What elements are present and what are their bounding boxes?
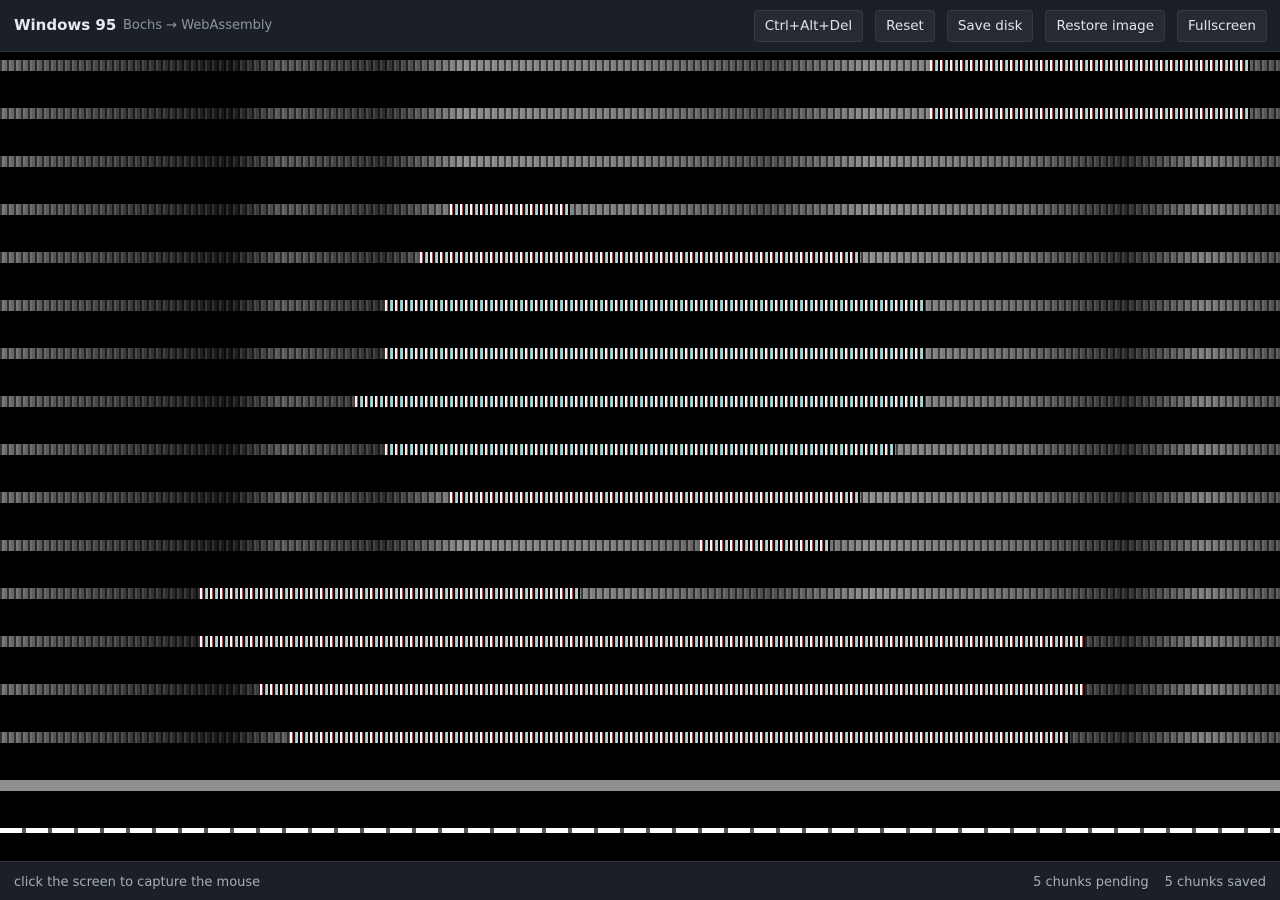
screen-glitch bbox=[420, 252, 860, 263]
screen-scanline bbox=[0, 780, 1280, 791]
status-counters: 5 chunks pending 5 chunks saved bbox=[1033, 875, 1266, 891]
screen-glitch bbox=[290, 732, 1070, 743]
status-hint: click the screen to capture the mouse bbox=[14, 875, 261, 890]
restore-image-button[interactable]: Restore image bbox=[1045, 10, 1166, 42]
fullscreen-button[interactable]: Fullscreen bbox=[1177, 10, 1267, 42]
status-bar: click the screen to capture the mouse 5 … bbox=[0, 861, 1280, 900]
ctrl-alt-del-button[interactable]: Ctrl+Alt+Del bbox=[753, 10, 864, 42]
reset-button[interactable]: Reset bbox=[875, 10, 935, 42]
screen-glitch bbox=[355, 396, 925, 407]
screen-glitch bbox=[700, 540, 830, 551]
screen-glitch bbox=[385, 300, 925, 311]
app-title: Windows 95 bbox=[14, 16, 117, 34]
screen-glitch bbox=[260, 684, 1085, 695]
screen-glitch bbox=[200, 636, 1085, 647]
toolbar: Ctrl+Alt+Del Reset Save disk Restore ima… bbox=[753, 10, 1267, 42]
screen-glitch bbox=[200, 588, 580, 599]
screen-glitch bbox=[930, 60, 1250, 71]
screen-scanline bbox=[0, 204, 1280, 215]
screen-scanline bbox=[0, 540, 1280, 551]
screen-scanline bbox=[0, 828, 1280, 833]
screen-glitch bbox=[450, 492, 860, 503]
chunks-saved: 5 chunks saved bbox=[1164, 875, 1266, 890]
top-bar: Windows 95 Bochs → WebAssembly Ctrl+Alt+… bbox=[0, 0, 1280, 52]
screen-glitch bbox=[385, 348, 925, 359]
emulator-screen[interactable] bbox=[0, 53, 1280, 861]
screen-glitch bbox=[385, 444, 895, 455]
save-disk-button[interactable]: Save disk bbox=[946, 10, 1034, 42]
screen-scanline bbox=[0, 588, 1280, 599]
app-subtitle: Bochs → WebAssembly bbox=[123, 18, 273, 33]
screen-glitch bbox=[930, 108, 1250, 119]
screen-glitch bbox=[450, 204, 570, 215]
screen-scanline bbox=[0, 156, 1280, 167]
chunks-pending: 5 chunks pending bbox=[1033, 875, 1149, 890]
